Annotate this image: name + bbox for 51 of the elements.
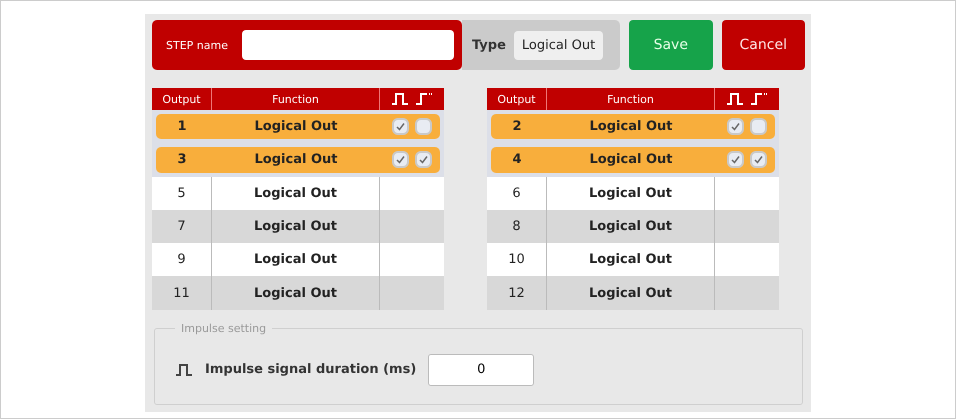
table-row[interactable]: 4 Logical Out xyxy=(487,143,779,177)
type-label: Type xyxy=(472,38,506,52)
output-cell: 11 xyxy=(152,276,212,310)
checkmark-icon xyxy=(396,155,405,164)
function-cell-text: Logical Out xyxy=(588,151,674,170)
function-cell-text: Logical Out xyxy=(588,118,674,136)
step-name-field[interactable] xyxy=(242,30,454,60)
cancel-button[interactable]: Cancel xyxy=(722,20,805,70)
type-value: Logical Out xyxy=(514,30,604,60)
step-name-label: STEP name xyxy=(166,38,228,52)
checkbox[interactable] xyxy=(727,151,744,168)
checkbox[interactable] xyxy=(750,151,767,168)
group-title: Impulse setting xyxy=(180,322,268,335)
rising-edge-icon xyxy=(750,92,768,106)
checkbox[interactable] xyxy=(392,118,409,136)
duration-label: Impulse signal duration (ms) xyxy=(205,362,416,377)
table-row[interactable]: 3 Logical Out xyxy=(152,143,444,177)
table-row[interactable]: 6 Logical Out xyxy=(487,176,779,210)
output-cell-text: 2 xyxy=(511,118,523,136)
output-cell-text: 3 xyxy=(176,151,188,170)
table-row[interactable]: 11 Logical Out xyxy=(152,276,444,310)
checkbox[interactable] xyxy=(750,118,767,136)
checkbox[interactable] xyxy=(727,118,744,136)
output-cell-text: 4 xyxy=(511,151,523,170)
function-cell-text: Logical Out xyxy=(254,151,338,170)
table-row[interactable]: 7 Logical Out xyxy=(152,210,444,244)
table-row[interactable]: 1 Logical Out xyxy=(152,110,444,144)
table-row[interactable]: 9 Logical Out xyxy=(152,243,444,276)
table-row[interactable]: 12 Logical Out xyxy=(487,276,779,310)
checkmark-icon xyxy=(754,155,763,164)
checkmark-icon xyxy=(419,155,428,164)
function-cell-text: Logical Out xyxy=(254,118,338,136)
checkmark-icon xyxy=(731,155,740,164)
pulse-icon xyxy=(391,92,409,106)
checkmark-icon xyxy=(731,122,740,132)
output-cell: 12 xyxy=(487,276,547,310)
pulse-icon xyxy=(726,92,744,106)
pulse-icon xyxy=(175,362,193,376)
table-row[interactable]: 8 Logical Out xyxy=(487,210,779,244)
table-row[interactable]: 2 Logical Out xyxy=(487,110,779,144)
duration-field[interactable]: 0 xyxy=(428,354,534,386)
table-row[interactable]: 10 Logical Out xyxy=(487,243,779,276)
checkbox[interactable] xyxy=(415,151,432,168)
output-cell-text: 1 xyxy=(176,118,188,136)
rising-edge-icon xyxy=(415,92,433,106)
table-row[interactable]: 5 Logical Out xyxy=(152,176,444,210)
checkbox[interactable] xyxy=(392,151,409,168)
function-cell: Logical Out xyxy=(212,276,380,310)
function-cell: Logical Out xyxy=(547,276,715,310)
checkmark-icon xyxy=(396,122,405,132)
checkbox[interactable] xyxy=(415,118,432,136)
